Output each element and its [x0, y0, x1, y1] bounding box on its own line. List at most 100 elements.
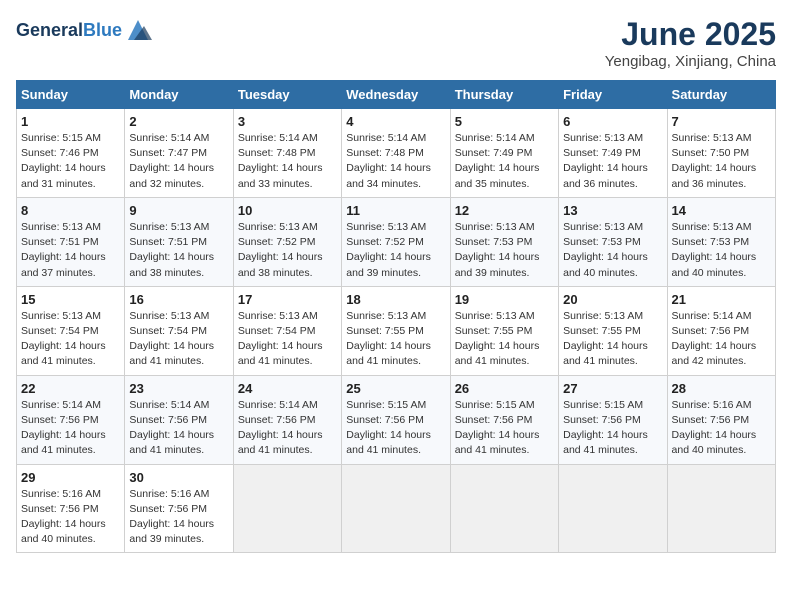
calendar-week-1: 1 Sunrise: 5:15 AMSunset: 7:46 PMDaylight… — [17, 109, 776, 198]
day-info: Sunrise: 5:13 AMSunset: 7:49 PMDaylight:… — [563, 131, 662, 192]
day-info: Sunrise: 5:14 AMSunset: 7:56 PMDaylight:… — [238, 398, 337, 459]
day-number: 14 — [672, 203, 771, 218]
day-info: Sunrise: 5:13 AMSunset: 7:51 PMDaylight:… — [21, 220, 120, 281]
day-number: 1 — [21, 114, 120, 129]
header: GeneralBlue June 2025 Yengibag, Xinjiang… — [16, 16, 776, 70]
calendar-cell: 3Sunrise: 5:14 AMSunset: 7:48 PMDaylight… — [233, 109, 341, 198]
header-cell-wednesday: Wednesday — [342, 81, 450, 109]
day-number: 19 — [455, 292, 554, 307]
calendar-cell: 2 Sunrise: 5:14 AMSunset: 7:47 PMDaylight… — [125, 109, 233, 198]
calendar-cell: 29 Sunrise: 5:16 AMSunset: 7:56 PMDayligh… — [17, 464, 125, 553]
day-number: 27 — [563, 381, 662, 396]
day-info: Sunrise: 5:13 AMSunset: 7:51 PMDaylight:… — [129, 220, 228, 281]
day-info: Sunrise: 5:14 AMSunset: 7:49 PMDaylight:… — [455, 131, 554, 192]
day-info: Sunrise: 5:14 AMSunset: 7:48 PMDaylight:… — [346, 131, 445, 192]
header-cell-thursday: Thursday — [450, 81, 558, 109]
day-number: 23 — [129, 381, 228, 396]
calendar-cell — [559, 464, 667, 553]
calendar-week-5: 29 Sunrise: 5:16 AMSunset: 7:56 PMDayligh… — [17, 464, 776, 553]
header-cell-friday: Friday — [559, 81, 667, 109]
day-number: 5 — [455, 114, 554, 129]
calendar-cell: 16 Sunrise: 5:13 AMSunset: 7:54 PMDayligh… — [125, 286, 233, 375]
calendar-subtitle: Yengibag, Xinjiang, China — [605, 53, 776, 70]
calendar-week-3: 15 Sunrise: 5:13 AMSunset: 7:54 PMDayligh… — [17, 286, 776, 375]
header-row: SundayMondayTuesdayWednesdayThursdayFrid… — [17, 81, 776, 109]
calendar-cell — [342, 464, 450, 553]
day-number: 16 — [129, 292, 228, 307]
day-info: Sunrise: 5:13 AMSunset: 7:55 PMDaylight:… — [563, 309, 662, 370]
calendar-cell: 4 Sunrise: 5:14 AMSunset: 7:48 PMDaylight… — [342, 109, 450, 198]
calendar-cell: 7 Sunrise: 5:13 AMSunset: 7:50 PMDaylight… — [667, 109, 775, 198]
calendar-cell — [450, 464, 558, 553]
day-number: 26 — [455, 381, 554, 396]
calendar-cell: 1 Sunrise: 5:15 AMSunset: 7:46 PMDaylight… — [17, 109, 125, 198]
day-info: Sunrise: 5:13 AMSunset: 7:54 PMDaylight:… — [129, 309, 228, 370]
logo: GeneralBlue — [16, 16, 152, 44]
calendar-cell: 12 Sunrise: 5:13 AMSunset: 7:53 PMDayligh… — [450, 197, 558, 286]
day-info: Sunrise: 5:13 AMSunset: 7:55 PMDaylight:… — [455, 309, 554, 370]
calendar-cell: 11 Sunrise: 5:13 AMSunset: 7:52 PMDayligh… — [342, 197, 450, 286]
day-info: Sunrise: 5:13 AMSunset: 7:54 PMDaylight:… — [21, 309, 120, 370]
calendar-cell: 14 Sunrise: 5:13 AMSunset: 7:53 PMDayligh… — [667, 197, 775, 286]
logo-icon — [124, 16, 152, 44]
day-number: 17 — [238, 292, 337, 307]
calendar-cell: 28Sunrise: 5:16 AMSunset: 7:56 PMDayligh… — [667, 375, 775, 464]
day-number: 4 — [346, 114, 445, 129]
day-info: Sunrise: 5:15 AMSunset: 7:46 PMDaylight:… — [21, 131, 120, 192]
day-info: Sunrise: 5:13 AMSunset: 7:52 PMDaylight:… — [238, 220, 337, 281]
day-number: 20 — [563, 292, 662, 307]
day-number: 6 — [563, 114, 662, 129]
day-number: 8 — [21, 203, 120, 218]
header-cell-sunday: Sunday — [17, 81, 125, 109]
calendar-cell: 13 Sunrise: 5:13 AMSunset: 7:53 PMDayligh… — [559, 197, 667, 286]
calendar-cell: 5 Sunrise: 5:14 AMSunset: 7:49 PMDaylight… — [450, 109, 558, 198]
day-info: Sunrise: 5:14 AMSunset: 7:47 PMDaylight:… — [129, 131, 228, 192]
day-info: Sunrise: 5:14 AMSunset: 7:48 PMDaylight:… — [238, 131, 337, 192]
logo-general: General — [16, 20, 83, 40]
header-cell-monday: Monday — [125, 81, 233, 109]
day-info: Sunrise: 5:13 AMSunset: 7:53 PMDaylight:… — [672, 220, 771, 281]
calendar-cell: 10Sunrise: 5:13 AMSunset: 7:52 PMDayligh… — [233, 197, 341, 286]
day-info: Sunrise: 5:16 AMSunset: 7:56 PMDaylight:… — [672, 398, 771, 459]
day-info: Sunrise: 5:13 AMSunset: 7:53 PMDaylight:… — [563, 220, 662, 281]
day-number: 2 — [129, 114, 228, 129]
day-number: 7 — [672, 114, 771, 129]
calendar-cell: 8 Sunrise: 5:13 AMSunset: 7:51 PMDaylight… — [17, 197, 125, 286]
day-info: Sunrise: 5:14 AMSunset: 7:56 PMDaylight:… — [672, 309, 771, 370]
day-info: Sunrise: 5:16 AMSunset: 7:56 PMDaylight:… — [21, 487, 120, 548]
day-number: 30 — [129, 470, 228, 485]
day-info: Sunrise: 5:14 AMSunset: 7:56 PMDaylight:… — [21, 398, 120, 459]
day-number: 25 — [346, 381, 445, 396]
day-info: Sunrise: 5:13 AMSunset: 7:50 PMDaylight:… — [672, 131, 771, 192]
calendar-week-4: 22 Sunrise: 5:14 AMSunset: 7:56 PMDayligh… — [17, 375, 776, 464]
calendar-cell: 20 Sunrise: 5:13 AMSunset: 7:55 PMDayligh… — [559, 286, 667, 375]
day-number: 29 — [21, 470, 120, 485]
calendar-cell: 23 Sunrise: 5:14 AMSunset: 7:56 PMDayligh… — [125, 375, 233, 464]
day-number: 22 — [21, 381, 120, 396]
calendar-cell: 25Sunrise: 5:15 AMSunset: 7:56 PMDayligh… — [342, 375, 450, 464]
calendar-week-2: 8 Sunrise: 5:13 AMSunset: 7:51 PMDaylight… — [17, 197, 776, 286]
day-number: 11 — [346, 203, 445, 218]
day-number: 18 — [346, 292, 445, 307]
day-number: 15 — [21, 292, 120, 307]
calendar-cell — [667, 464, 775, 553]
calendar-cell: 15 Sunrise: 5:13 AMSunset: 7:54 PMDayligh… — [17, 286, 125, 375]
day-number: 9 — [129, 203, 228, 218]
day-number: 13 — [563, 203, 662, 218]
calendar-cell: 6 Sunrise: 5:13 AMSunset: 7:49 PMDaylight… — [559, 109, 667, 198]
day-info: Sunrise: 5:16 AMSunset: 7:56 PMDaylight:… — [129, 487, 228, 548]
day-info: Sunrise: 5:13 AMSunset: 7:55 PMDaylight:… — [346, 309, 445, 370]
calendar-table: SundayMondayTuesdayWednesdayThursdayFrid… — [16, 80, 776, 553]
day-info: Sunrise: 5:14 AMSunset: 7:56 PMDaylight:… — [129, 398, 228, 459]
day-info: Sunrise: 5:13 AMSunset: 7:52 PMDaylight:… — [346, 220, 445, 281]
day-info: Sunrise: 5:13 AMSunset: 7:53 PMDaylight:… — [455, 220, 554, 281]
calendar-cell: 26Sunrise: 5:15 AMSunset: 7:56 PMDayligh… — [450, 375, 558, 464]
header-cell-saturday: Saturday — [667, 81, 775, 109]
calendar-cell: 22 Sunrise: 5:14 AMSunset: 7:56 PMDayligh… — [17, 375, 125, 464]
day-number: 24 — [238, 381, 337, 396]
calendar-cell: 19 Sunrise: 5:13 AMSunset: 7:55 PMDayligh… — [450, 286, 558, 375]
day-number: 12 — [455, 203, 554, 218]
header-cell-tuesday: Tuesday — [233, 81, 341, 109]
day-info: Sunrise: 5:15 AMSunset: 7:56 PMDaylight:… — [563, 398, 662, 459]
calendar-cell — [233, 464, 341, 553]
